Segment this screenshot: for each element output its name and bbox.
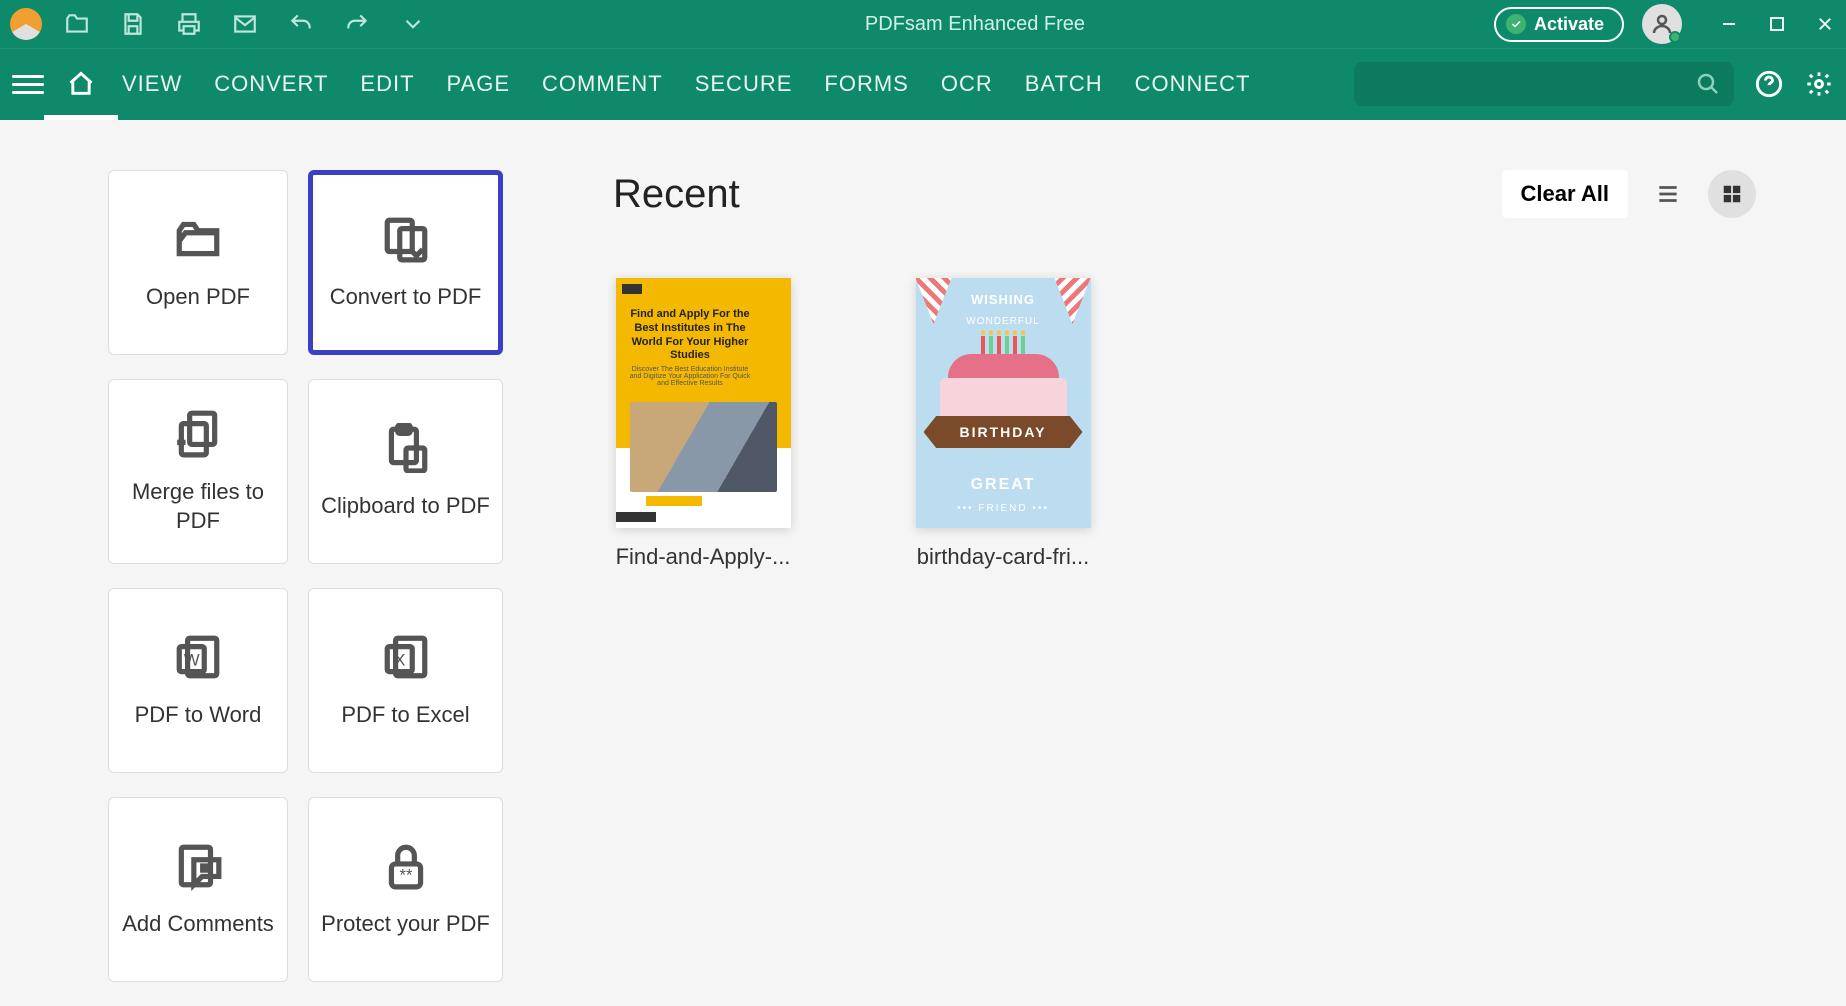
card-label: Clipboard to PDF — [321, 492, 490, 521]
comment-icon — [172, 840, 224, 892]
chevron-down-icon[interactable] — [400, 11, 426, 37]
convert-icon — [380, 213, 432, 265]
status-dot-icon — [1669, 31, 1681, 43]
home-tab-button[interactable] — [66, 69, 96, 99]
menu-ocr[interactable]: OCR — [941, 71, 993, 97]
recent-section: Recent Clear All Find and Apply For the … — [613, 170, 1816, 976]
search-box[interactable] — [1354, 62, 1734, 106]
app-title: PDFsam Enhanced Free — [456, 13, 1494, 36]
action-add-comments[interactable]: Add Comments — [108, 797, 288, 982]
menu-view[interactable]: VIEW — [122, 71, 182, 97]
action-pdf-word[interactable]: W PDF to Word — [108, 588, 288, 773]
card-label: PDF to Word — [135, 701, 262, 730]
svg-text:**: ** — [399, 866, 412, 885]
pdf-excel-icon: X — [380, 631, 432, 683]
menu-comment[interactable]: COMMENT — [542, 71, 663, 97]
menu-batch[interactable]: BATCH — [1025, 71, 1103, 97]
action-convert-pdf[interactable]: Convert to PDF — [308, 170, 503, 355]
minimize-button[interactable] — [1718, 13, 1740, 35]
print-icon[interactable] — [176, 11, 202, 37]
menu-forms[interactable]: FORMS — [824, 71, 908, 97]
recent-file-0[interactable]: Find and Apply For the Best Institutes i… — [613, 278, 793, 570]
card-label: Add Comments — [122, 910, 274, 939]
action-pdf-excel[interactable]: X PDF to Excel — [308, 588, 503, 773]
menu-page[interactable]: PAGE — [447, 71, 511, 97]
help-button[interactable] — [1754, 69, 1784, 99]
recent-title: Recent — [613, 172, 740, 217]
lock-icon: ** — [380, 840, 432, 892]
svg-text:X: X — [394, 651, 405, 670]
save-icon[interactable] — [120, 11, 146, 37]
pdf-word-icon: W — [172, 631, 224, 683]
card-label: Protect your PDF — [321, 910, 490, 939]
svg-text:W: W — [184, 651, 200, 670]
check-circle-icon — [1506, 14, 1526, 34]
menu-edit[interactable]: EDIT — [360, 71, 414, 97]
file-name-label: birthday-card-fri... — [913, 544, 1093, 570]
folder-open-icon — [172, 213, 224, 265]
action-protect-pdf[interactable]: ** Protect your PDF — [308, 797, 503, 982]
action-open-pdf[interactable]: Open PDF — [108, 170, 288, 355]
hamburger-menu-button[interactable] — [12, 68, 44, 100]
search-input[interactable] — [1368, 74, 1696, 95]
clear-all-button[interactable]: Clear All — [1502, 170, 1628, 218]
menubar: VIEW CONVERT EDIT PAGE COMMENT SECURE FO… — [0, 48, 1846, 120]
activate-label: Activate — [1534, 14, 1604, 35]
file-name-label: Find-and-Apply-... — [613, 544, 793, 570]
card-label: Merge files to PDF — [119, 478, 277, 535]
file-thumbnail: Find and Apply For the Best Institutes i… — [616, 278, 791, 528]
maximize-button[interactable] — [1766, 13, 1788, 35]
titlebar: PDFsam Enhanced Free Activate — [0, 0, 1846, 48]
file-thumbnail: WISHING WONDERFUL BIRTHDAY GREAT ••• FRI… — [916, 278, 1091, 528]
menu-secure[interactable]: SECURE — [695, 71, 793, 97]
open-file-icon[interactable] — [64, 11, 90, 37]
active-tab-indicator — [44, 115, 118, 120]
close-button[interactable] — [1814, 13, 1836, 35]
activate-button[interactable]: Activate — [1494, 7, 1624, 42]
card-label: Convert to PDF — [330, 283, 482, 312]
mail-icon[interactable] — [232, 11, 258, 37]
app-logo-icon — [10, 8, 42, 40]
settings-button[interactable] — [1804, 69, 1834, 99]
list-view-button[interactable] — [1644, 170, 1692, 218]
menu-connect[interactable]: CONNECT — [1135, 71, 1251, 97]
action-clipboard-pdf[interactable]: Clipboard to PDF — [308, 379, 503, 564]
action-merge-pdf[interactable]: Merge files to PDF — [108, 379, 288, 564]
content-area: Open PDF Convert to PDF Merge files to P… — [0, 120, 1846, 1006]
card-label: Open PDF — [146, 283, 250, 312]
recent-file-1[interactable]: WISHING WONDERFUL BIRTHDAY GREAT ••• FRI… — [913, 278, 1093, 570]
search-icon — [1696, 72, 1720, 96]
redo-icon[interactable] — [344, 11, 370, 37]
actions-grid: Open PDF Convert to PDF Merge files to P… — [108, 170, 503, 976]
card-label: PDF to Excel — [341, 701, 469, 730]
merge-icon — [172, 408, 224, 460]
menu-items: VIEW CONVERT EDIT PAGE COMMENT SECURE FO… — [122, 71, 1250, 97]
clipboard-icon — [380, 422, 432, 474]
grid-view-button[interactable] — [1708, 170, 1756, 218]
undo-icon[interactable] — [288, 11, 314, 37]
menu-convert[interactable]: CONVERT — [214, 71, 328, 97]
user-avatar-button[interactable] — [1642, 4, 1682, 44]
